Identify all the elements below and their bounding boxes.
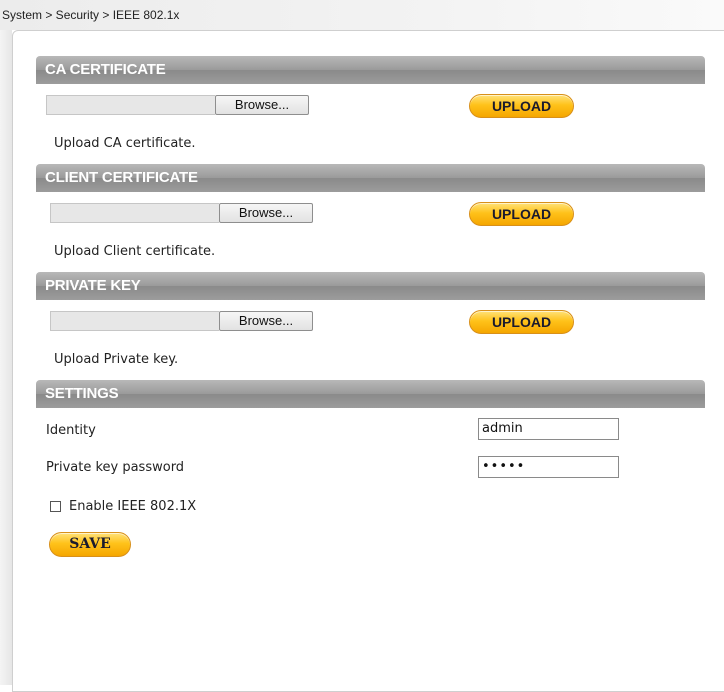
ca-certificate-description: Upload CA certificate. — [54, 136, 196, 151]
section-header-settings: SETTINGS — [36, 380, 705, 408]
private-key-browse-button[interactable]: Browse... — [219, 311, 313, 331]
client-certificate-file-input[interactable]: Browse... — [50, 203, 313, 223]
save-button[interactable]: SAVE — [49, 532, 131, 557]
left-strip — [0, 30, 12, 685]
client-certificate-browse-button[interactable]: Browse... — [219, 203, 313, 223]
section-header-private-key: PRIVATE KEY — [36, 272, 705, 300]
section-header-client-certificate: CLIENT CERTIFICATE — [36, 164, 705, 192]
client-certificate-description: Upload Client certificate. — [54, 244, 216, 259]
section-header-ca-certificate: CA CERTIFICATE — [36, 56, 705, 84]
client-certificate-upload-button[interactable]: UPLOAD — [469, 202, 574, 226]
private-key-file-input[interactable]: Browse... — [50, 311, 313, 331]
top-bar: System > Security > IEEE 802.1x — [0, 0, 724, 30]
identity-input[interactable]: admin — [478, 418, 619, 440]
private-key-password-label: Private key password — [46, 460, 185, 475]
ca-certificate-file-path[interactable] — [46, 95, 215, 115]
private-key-description: Upload Private key. — [54, 352, 179, 367]
enable-ieee-checkbox[interactable] — [50, 501, 61, 512]
ca-certificate-file-input[interactable]: Browse... — [46, 95, 309, 115]
breadcrumb: System > Security > IEEE 802.1x — [2, 8, 180, 22]
private-key-upload-button[interactable]: UPLOAD — [469, 310, 574, 334]
enable-ieee-label: Enable IEEE 802.1X — [69, 499, 197, 514]
client-certificate-file-path[interactable] — [50, 203, 219, 223]
private-key-file-path[interactable] — [50, 311, 219, 331]
ca-certificate-upload-button[interactable]: UPLOAD — [469, 94, 574, 118]
identity-label: Identity — [46, 423, 96, 438]
private-key-password-input[interactable]: ••••• — [478, 456, 619, 478]
ca-certificate-browse-button[interactable]: Browse... — [215, 95, 309, 115]
